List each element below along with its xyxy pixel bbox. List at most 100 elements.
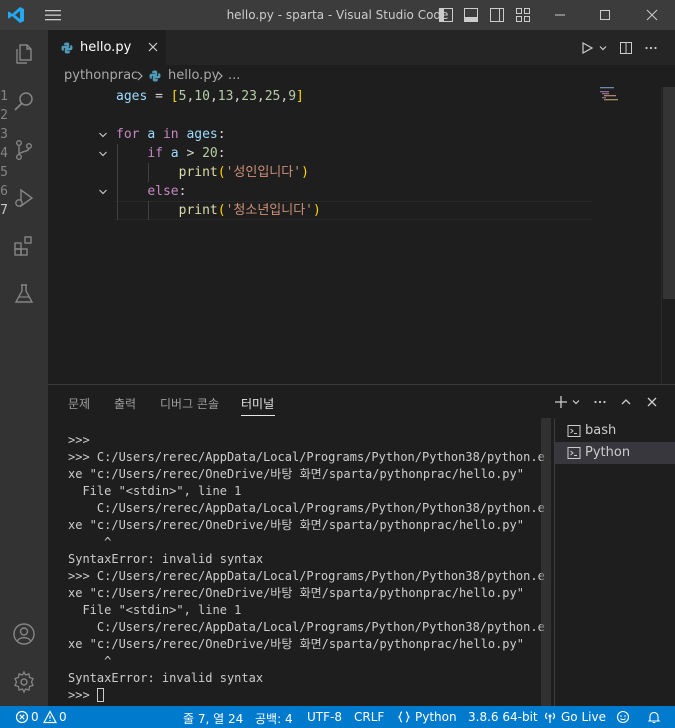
file-encoding[interactable]: UTF-8 bbox=[307, 710, 342, 724]
python-file-icon bbox=[149, 70, 161, 82]
search-icon bbox=[14, 92, 33, 111]
explorer-button[interactable] bbox=[0, 30, 48, 78]
maximize-button[interactable] bbox=[582, 0, 628, 30]
line-number: 4 bbox=[0, 146, 8, 161]
code-text: ages = [5,10,13,23,25,9] bbox=[116, 89, 304, 104]
terminal-item-label: bash bbox=[585, 423, 617, 438]
tab-problems[interactable]: 문제 bbox=[68, 395, 90, 412]
line-number: 7 bbox=[0, 203, 8, 218]
terminal-line: File "<stdin>", line 1 bbox=[68, 484, 242, 498]
terminal-icon bbox=[567, 447, 581, 459]
code-line: 7 print('청소년입니다') bbox=[0, 201, 593, 220]
terminal-line: xe "c:/Users/rerec/OneDrive/바탕 화면/sparta… bbox=[68, 637, 524, 651]
tab-terminal[interactable]: 터미널 bbox=[241, 395, 274, 412]
terminal-output[interactable]: >>> >>> C:/Users/rerec/AppData/Local/Pro… bbox=[68, 432, 548, 704]
chevron-down-icon bbox=[599, 45, 607, 50]
explorer-icon bbox=[16, 44, 32, 64]
fold-chevron-icon[interactable] bbox=[97, 129, 109, 141]
settings-gear-icon bbox=[14, 670, 34, 694]
testing-flask-icon bbox=[14, 284, 34, 303]
language-mode[interactable]: Python bbox=[415, 710, 457, 724]
close-window-button[interactable] bbox=[629, 0, 675, 30]
tab-close-icon[interactable] bbox=[146, 40, 160, 54]
code-text: for a in ages: bbox=[116, 127, 226, 142]
terminal-line: SyntaxError: invalid syntax bbox=[68, 552, 264, 566]
end-of-line[interactable]: CRLF bbox=[354, 710, 384, 724]
toggle-panel-icon[interactable] bbox=[463, 7, 479, 23]
tab-debug-console[interactable]: 디버그 콘솔 bbox=[160, 395, 219, 412]
extensions-icon bbox=[14, 236, 32, 256]
split-editor-button[interactable] bbox=[616, 30, 636, 65]
customize-layout-icon[interactable] bbox=[515, 7, 531, 23]
breadcrumb-folder[interactable]: pythonprac bbox=[64, 68, 138, 83]
terminal-line: >>> C:/Users/rerec/AppData/Local/Program… bbox=[68, 569, 545, 583]
maximize-icon bbox=[600, 10, 610, 20]
code-line: 1 ages = [5,10,13,23,25,9] bbox=[0, 87, 593, 106]
code-line: 2 bbox=[0, 106, 593, 125]
terminal-line: SyntaxError: invalid syntax bbox=[68, 671, 264, 685]
braces-icon bbox=[397, 711, 411, 723]
close-icon bbox=[646, 9, 658, 21]
indentation-spaces[interactable]: 공백: 4 bbox=[255, 710, 293, 727]
close-panel-button[interactable] bbox=[643, 393, 661, 411]
extensions-button[interactable] bbox=[0, 222, 48, 270]
account-button[interactable] bbox=[0, 610, 48, 658]
run-play-icon bbox=[582, 41, 594, 54]
status-bar: 0 0 줄 7, 열 24 공백: 4 UTF-8 CRLF Python 3.… bbox=[0, 706, 675, 728]
fold-chevron-icon[interactable] bbox=[97, 186, 109, 198]
code-line: 4 if a > 20: bbox=[0, 144, 593, 163]
breadcrumb-symbol[interactable]: ... bbox=[228, 68, 240, 83]
chevron-right-icon bbox=[137, 71, 143, 81]
tab-label: hello.py bbox=[80, 40, 132, 55]
chevron-up-icon bbox=[621, 399, 631, 405]
minimize-icon bbox=[555, 14, 565, 16]
terminal-line: xe "c:/Users/rerec/OneDrive/바탕 화면/sparta… bbox=[68, 586, 524, 600]
go-live-button[interactable]: Go Live bbox=[561, 710, 606, 724]
terminal-list: bash Python bbox=[554, 418, 675, 707]
terminal-line: C:/Users/rerec/AppData/Local/Programs/Py… bbox=[68, 501, 545, 515]
fold-chevron-icon[interactable] bbox=[97, 148, 109, 160]
breadcrumb-file[interactable]: hello.py bbox=[168, 68, 219, 83]
manage-settings-button[interactable] bbox=[0, 658, 48, 706]
chevron-down-icon bbox=[572, 400, 580, 405]
source-control-icon bbox=[15, 140, 32, 161]
testing-button[interactable] bbox=[0, 270, 48, 318]
maximize-panel-button[interactable] bbox=[617, 393, 635, 411]
terminal-item-python[interactable]: Python bbox=[555, 442, 675, 464]
warning-count[interactable]: 0 bbox=[59, 710, 67, 724]
code-text: print('청소년입니다') bbox=[178, 203, 321, 218]
toggle-secondary-sidebar-icon[interactable] bbox=[489, 7, 505, 23]
split-editor-icon bbox=[620, 41, 632, 54]
terminal-profile-dropdown[interactable] bbox=[567, 393, 585, 411]
error-count[interactable]: 0 bbox=[31, 710, 39, 724]
terminal-item-bash[interactable]: bash bbox=[555, 420, 675, 442]
terminal-line: ^ bbox=[68, 535, 112, 549]
run-dropdown-button[interactable] bbox=[593, 30, 613, 65]
toggle-primary-sidebar-icon[interactable] bbox=[438, 7, 454, 23]
code-line: 6 else: bbox=[0, 182, 593, 201]
code-editor[interactable]: 1 ages = [5,10,13,23,25,9] 2 3 for a in … bbox=[0, 87, 675, 384]
minimap[interactable] bbox=[600, 87, 660, 107]
tab-hello-py[interactable]: hello.py bbox=[48, 30, 166, 65]
terminal-icon bbox=[567, 425, 581, 437]
terminal-line: xe "c:/Users/rerec/OneDrive/바탕 화면/sparta… bbox=[68, 518, 524, 532]
python-interpreter[interactable]: 3.8.6 64-bit bbox=[468, 710, 538, 724]
title-bar: hello.py - sparta - Visual Studio Code bbox=[0, 0, 675, 30]
panel-more-button[interactable] bbox=[591, 393, 609, 411]
more-actions-button[interactable] bbox=[641, 30, 661, 65]
minimize-button[interactable] bbox=[537, 0, 583, 30]
scrollbar-thumb[interactable] bbox=[663, 87, 675, 299]
code-line: 5 print('성인입니다') bbox=[0, 163, 593, 182]
notifications-bell-icon[interactable] bbox=[647, 710, 661, 724]
terminal-scrollbar[interactable] bbox=[541, 418, 551, 707]
feedback-icon[interactable] bbox=[616, 710, 630, 724]
editor-scrollbar[interactable] bbox=[661, 87, 675, 384]
line-number: 2 bbox=[0, 108, 8, 123]
tab-output[interactable]: 출력 bbox=[114, 395, 136, 412]
python-file-icon bbox=[61, 42, 73, 54]
terminal-cursor bbox=[96, 688, 104, 702]
cursor-position[interactable]: 줄 7, 열 24 bbox=[183, 710, 243, 727]
terminal-prompt-line: >>> bbox=[68, 687, 548, 704]
editor-tab-bar: hello.py bbox=[48, 30, 675, 65]
line-number: 3 bbox=[0, 127, 8, 142]
